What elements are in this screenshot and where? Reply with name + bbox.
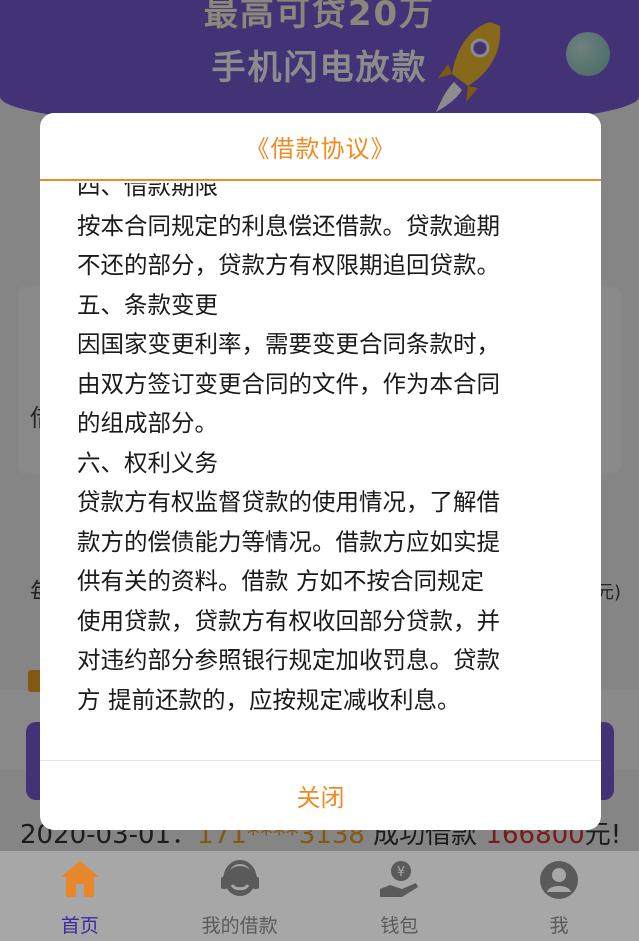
agreement-line: 因国家变更利率，需要变更合同条款时， <box>77 330 500 358</box>
headset-icon <box>220 859 259 896</box>
tab-bar: 首页 我的借款 ¥ 钱包 我 <box>0 851 639 941</box>
tab-wallet-label: 钱包 <box>380 915 419 937</box>
wallet-icon: ¥ <box>380 861 419 897</box>
agreement-line: 贷款方有权监督贷款的使用情况，了解借 <box>77 488 500 516</box>
tab-my-loans[interactable]: 我的借款 <box>160 851 320 941</box>
agreement-line: 的组成部分。 <box>77 409 218 437</box>
agreement-line: 不还的部分，贷款方有权限期追回贷款。 <box>77 251 500 279</box>
modal-header: 《借款协议》 <box>40 113 601 181</box>
agreement-line: 供有关的资料。借款 方如不按合同规定 <box>77 567 484 595</box>
tab-me[interactable]: 我 <box>479 851 639 941</box>
agreement-line: 方 提前还款的，应按规定减收利息。 <box>77 685 461 714</box>
user-icon <box>540 861 579 899</box>
home-icon <box>60 861 99 897</box>
svg-text:¥: ¥ <box>397 865 405 880</box>
agreement-text-scroll[interactable]: 四、借款期限 按本合同规定的利息偿还借款。贷款逾期 不还的部分，贷款方有权限期追… <box>40 183 601 758</box>
tab-home[interactable]: 首页 <box>0 851 160 941</box>
close-button[interactable]: 关闭 <box>297 778 345 813</box>
modal-title: 《借款协议》 <box>245 134 396 163</box>
agreement-line: 款方的偿债能力等情况。借款方应如实提 <box>77 527 500 556</box>
modal-footer: 关闭 <box>40 760 601 830</box>
tab-my-loans-label: 我的借款 <box>201 915 278 937</box>
agreement-line: 四、借款期限 <box>77 183 218 200</box>
agreement-text: 四、借款期限 按本合同规定的利息偿还借款。贷款逾期 不还的部分，贷款方有权限期追… <box>77 183 577 720</box>
tab-wallet[interactable]: ¥ 钱包 <box>320 851 480 941</box>
agreement-modal: 《借款协议》 四、借款期限 按本合同规定的利息偿还借款。贷款逾期 不还的部分，贷… <box>40 113 601 830</box>
tab-home-label: 首页 <box>60 915 99 937</box>
tab-me-label: 我 <box>549 915 569 937</box>
agreement-line: 五、条款变更 <box>77 290 218 319</box>
agreement-line: 对违约部分参照银行规定加收罚息。贷款 <box>77 646 500 674</box>
agreement-line: 六、权利义务 <box>77 448 218 477</box>
agreement-line: 按本合同规定的利息偿还借款。贷款逾期 <box>77 211 500 240</box>
agreement-line: 使用贷款，贷款方有权收回部分贷款，并 <box>77 606 500 635</box>
agreement-line: 由双方签订变更合同的文件，作为本合同 <box>77 369 500 398</box>
